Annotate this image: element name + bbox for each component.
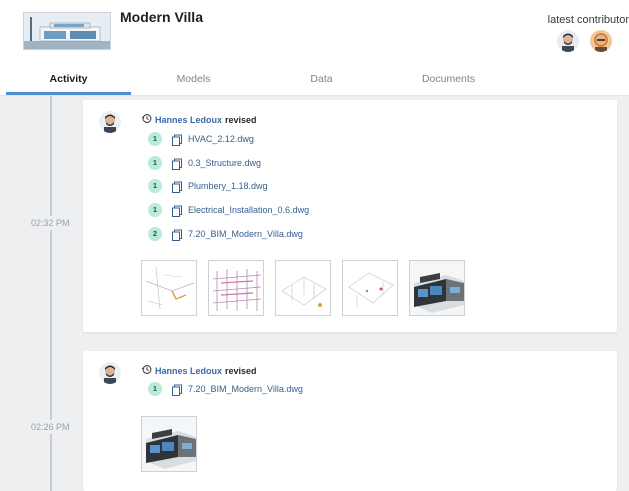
version-badge: 1 bbox=[148, 132, 162, 146]
user-avatar[interactable] bbox=[99, 362, 121, 384]
file-link[interactable]: 7.20_BIM_Modern_Villa.dwg bbox=[188, 229, 303, 239]
revision-header: Hannes Ledoux revised bbox=[141, 364, 257, 377]
file-copy-icon bbox=[171, 180, 183, 193]
activity-time: 02:26 PM bbox=[31, 420, 70, 434]
file-row[interactable]: 1 7.20_BIM_Modern_Villa.dwg bbox=[148, 382, 303, 396]
project-title: Modern Villa bbox=[120, 9, 203, 25]
file-row[interactable]: 1 HVAC_2.12.dwg bbox=[148, 132, 254, 146]
file-copy-icon bbox=[171, 133, 183, 146]
version-badge: 2 bbox=[148, 227, 162, 241]
file-copy-icon bbox=[171, 228, 183, 241]
file-link[interactable]: Electrical_Installation_0.6.dwg bbox=[188, 205, 309, 215]
file-link[interactable]: Plumbery_1.18.dwg bbox=[188, 181, 268, 191]
file-link[interactable]: 7.20_BIM_Modern_Villa.dwg bbox=[188, 384, 303, 394]
hvac-drawing-preview[interactable] bbox=[141, 260, 197, 316]
user-link[interactable]: Hannes Ledoux bbox=[155, 366, 222, 376]
history-icon bbox=[141, 364, 152, 377]
activity-card: Hannes Ledoux revised 1 7.20_BIM_Modern_… bbox=[83, 351, 617, 491]
revision-action: revised bbox=[225, 114, 257, 125]
contributor-avatar[interactable] bbox=[557, 30, 579, 52]
activity-card: Hannes Ledoux revised 1 HVAC_2.12.dwg 1 … bbox=[83, 100, 617, 332]
tab-documents[interactable]: Documents bbox=[386, 64, 511, 96]
file-copy-icon bbox=[171, 204, 183, 217]
latest-contributor-label: latest contributor bbox=[547, 14, 629, 26]
villa-render-preview[interactable] bbox=[141, 416, 197, 472]
file-row[interactable]: 1 Plumbery_1.18.dwg bbox=[148, 179, 268, 193]
version-badge: 1 bbox=[148, 203, 162, 217]
tab-data[interactable]: Data bbox=[259, 64, 384, 96]
version-badge: 1 bbox=[148, 382, 162, 396]
project-thumbnail[interactable] bbox=[23, 12, 111, 50]
user-avatar[interactable] bbox=[99, 111, 121, 133]
revision-action: revised bbox=[225, 365, 257, 376]
activity-time: 02:32 PM bbox=[31, 216, 70, 230]
file-row[interactable]: 1 0.3_Structure.dwg bbox=[148, 156, 261, 170]
project-header: Modern Villa latest contributor bbox=[0, 0, 629, 64]
revision-header: Hannes Ledoux revised bbox=[141, 113, 257, 126]
villa-render-preview[interactable] bbox=[409, 260, 465, 316]
version-badge: 1 bbox=[148, 179, 162, 193]
file-link[interactable]: 0.3_Structure.dwg bbox=[188, 158, 261, 168]
structure-drawing-preview[interactable] bbox=[208, 260, 264, 316]
electrical-drawing-preview[interactable] bbox=[342, 260, 398, 316]
user-link[interactable]: Hannes Ledoux bbox=[155, 115, 222, 125]
history-icon bbox=[141, 113, 152, 126]
contributor-avatar[interactable] bbox=[590, 30, 612, 52]
version-badge: 1 bbox=[148, 156, 162, 170]
active-tab-indicator bbox=[6, 92, 131, 95]
file-row[interactable]: 1 Electrical_Installation_0.6.dwg bbox=[148, 203, 309, 217]
tab-models[interactable]: Models bbox=[131, 64, 256, 96]
file-copy-icon bbox=[171, 383, 183, 396]
file-row[interactable]: 2 7.20_BIM_Modern_Villa.dwg bbox=[148, 227, 303, 241]
file-link[interactable]: HVAC_2.12.dwg bbox=[188, 134, 254, 144]
plumbing-drawing-preview[interactable] bbox=[275, 260, 331, 316]
file-copy-icon bbox=[171, 157, 183, 170]
